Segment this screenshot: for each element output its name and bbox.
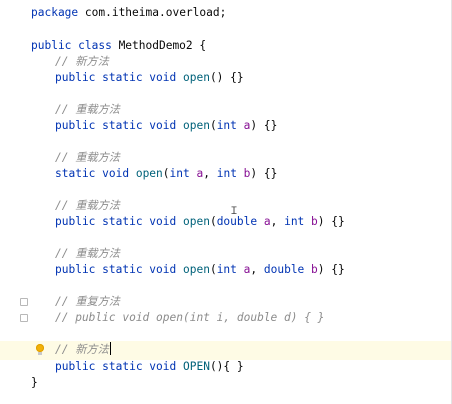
class-closing-brace[interactable]: } bbox=[31, 374, 38, 392]
method-name: open bbox=[135, 167, 163, 180]
param-type: int bbox=[216, 119, 237, 132]
method-open-line[interactable]: public static void open() {} bbox=[55, 69, 244, 87]
param-name: a bbox=[189, 167, 204, 180]
param-separator: , bbox=[270, 215, 285, 228]
fold-marker-icon[interactable] bbox=[20, 298, 28, 306]
param-type: int bbox=[216, 167, 237, 180]
param-separator: , bbox=[250, 263, 264, 276]
method-modifiers: public static void bbox=[55, 215, 183, 228]
method-modifiers: public static void bbox=[55, 360, 183, 373]
fold-marker-icon[interactable] bbox=[20, 314, 28, 322]
method-OPEN-line[interactable]: public static void OPEN(){ } bbox=[55, 358, 244, 376]
text-caret bbox=[109, 342, 111, 355]
method-rest: ) {} bbox=[317, 215, 345, 228]
param-name: b bbox=[236, 167, 251, 180]
paren-open: ( bbox=[162, 167, 170, 180]
method-rest: (){ } bbox=[209, 360, 244, 373]
param-name: b bbox=[304, 263, 318, 276]
param-type: int bbox=[169, 167, 190, 180]
method-modifiers: public static void bbox=[55, 263, 183, 276]
method-name: open bbox=[182, 119, 210, 132]
package-name: com.itheima.overload; bbox=[78, 6, 227, 19]
param-type: double bbox=[263, 263, 305, 276]
method-open-int-int-line[interactable]: static void open(int a, int b) {} bbox=[55, 165, 277, 183]
param-name: a bbox=[257, 215, 271, 228]
code-editor[interactable]: package com.itheima.overload; public cla… bbox=[0, 0, 452, 404]
method-name: open bbox=[182, 71, 210, 84]
current-comment-line[interactable]: // 新方法 bbox=[55, 341, 111, 359]
paren-open: ( bbox=[209, 263, 217, 276]
method-open-int-line[interactable]: public static void open(int a) {} bbox=[55, 117, 277, 135]
package-line[interactable]: package com.itheima.overload; bbox=[31, 4, 226, 22]
class-name: MethodDemo2 bbox=[118, 39, 193, 52]
lightbulb-icon[interactable] bbox=[36, 344, 44, 355]
param-name: b bbox=[304, 215, 318, 228]
class-open-brace: { bbox=[192, 39, 207, 52]
method-open-int-double-line[interactable]: public static void open(int a, double b)… bbox=[55, 261, 345, 279]
comment-text: // 新方法 bbox=[55, 343, 109, 356]
method-name: open bbox=[182, 215, 210, 228]
class-modifiers: public class bbox=[31, 39, 119, 52]
method-rest: ) {} bbox=[250, 167, 278, 180]
method-rest: () {} bbox=[209, 71, 244, 84]
keyword: package bbox=[31, 6, 79, 19]
paren-open: ( bbox=[209, 119, 217, 132]
param-type: int bbox=[216, 263, 237, 276]
method-modifiers: public static void bbox=[55, 119, 183, 132]
method-name: OPEN bbox=[182, 360, 210, 373]
method-name: open bbox=[182, 263, 210, 276]
method-rest: ) {} bbox=[317, 263, 345, 276]
param-name: a bbox=[236, 263, 251, 276]
param-name: a bbox=[236, 119, 251, 132]
method-rest: ) {} bbox=[250, 119, 278, 132]
commented-code-line[interactable]: // public void open(int i, double d) { } bbox=[55, 309, 324, 327]
param-separator: , bbox=[203, 167, 217, 180]
paren-open: ( bbox=[209, 215, 217, 228]
param-type: double bbox=[216, 215, 258, 228]
method-modifiers: static void bbox=[55, 167, 136, 180]
method-modifiers: public static void bbox=[55, 71, 183, 84]
method-open-double-int-line[interactable]: public static void open(double a, int b)… bbox=[55, 213, 345, 231]
param-type: int bbox=[284, 215, 305, 228]
